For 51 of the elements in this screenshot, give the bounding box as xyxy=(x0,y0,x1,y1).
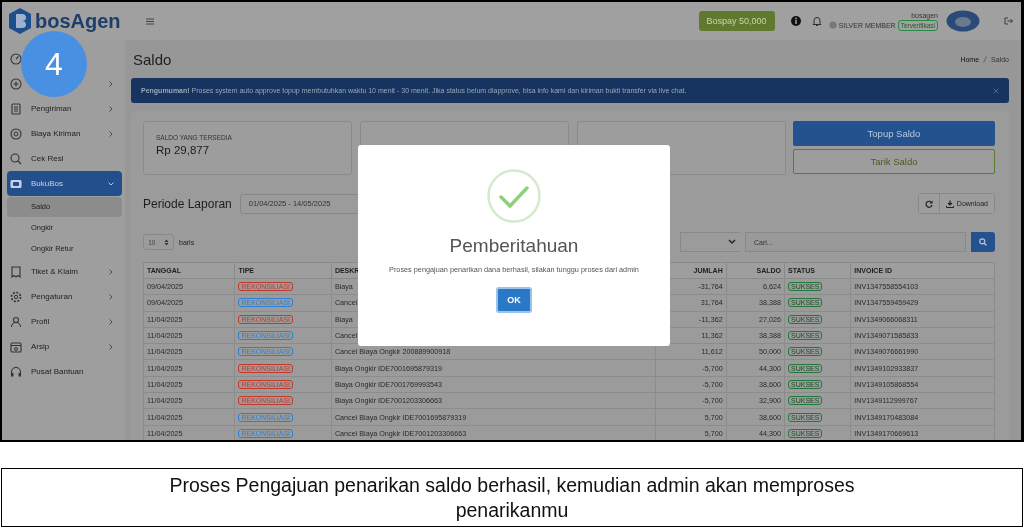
chevron-icon xyxy=(108,105,114,112)
chevron-icon xyxy=(108,268,114,275)
sidebar-item[interactable]: Arsip xyxy=(7,334,122,359)
search-icon xyxy=(979,238,987,246)
target-icon xyxy=(10,127,22,140)
sidebar-item[interactable]: Profil xyxy=(7,309,122,334)
receipt-icon xyxy=(10,265,22,278)
ok-button[interactable]: OK xyxy=(496,286,532,313)
document-icon xyxy=(10,102,22,115)
caption-text: Proses Pengajuan penarikan saldo berhasil, kemudian admin akan memproses penarikanmu xyxy=(1,468,1023,527)
sidebar-item[interactable]: Biaya Kiriman xyxy=(7,121,122,146)
bospay-button[interactable]: Bospay 50,000 xyxy=(698,11,775,31)
search-button[interactable] xyxy=(971,232,995,252)
info-icon[interactable] xyxy=(790,16,801,26)
archive-icon xyxy=(10,340,22,353)
refresh-icon xyxy=(924,199,933,208)
chevron-icon xyxy=(108,130,114,137)
logout-icon[interactable] xyxy=(1004,17,1013,25)
medal-icon xyxy=(828,21,837,29)
bell-icon[interactable] xyxy=(810,15,823,27)
avatar xyxy=(946,10,980,32)
checkmark-icon xyxy=(487,169,541,223)
sidebar-item[interactable]: Tiket & Klaim xyxy=(7,259,122,284)
sidebar-item[interactable]: Pusat Bantuan xyxy=(7,359,122,384)
topup-button[interactable]: Topup Saldo xyxy=(793,121,995,146)
card-value: Rp 29,877 xyxy=(156,144,211,156)
chevron-icon xyxy=(728,239,736,245)
headset-icon xyxy=(10,365,22,378)
gauge-icon[interactable] xyxy=(10,52,22,65)
sidebar-item[interactable]: BukuBos xyxy=(7,171,122,196)
chevron-icon xyxy=(108,293,114,300)
page-title: Saldo xyxy=(133,50,172,68)
chevron-icon xyxy=(108,180,114,187)
sidebar-item[interactable]: Cek Resi xyxy=(7,146,122,171)
search-icon xyxy=(10,152,22,165)
period-label: Periode Laporan xyxy=(143,196,232,211)
user-icon xyxy=(10,315,22,328)
settings-icon xyxy=(10,290,22,303)
chevron-icon xyxy=(108,343,114,350)
menu-icon[interactable] xyxy=(146,17,154,25)
download-icon xyxy=(945,199,954,208)
sidebar-item[interactable]: Pengiriman xyxy=(7,96,122,121)
logo-icon xyxy=(8,7,32,35)
sidebar-item[interactable]: Pengaturan xyxy=(7,284,122,309)
chevron-icon xyxy=(108,318,114,325)
sort-arrows-icon xyxy=(163,238,169,246)
separator-icon xyxy=(983,55,988,63)
plus-icon[interactable] xyxy=(10,77,22,90)
logo-text: bosAgen xyxy=(35,9,121,33)
dialog-title: Pemberitahuan xyxy=(449,235,579,257)
wallet-icon xyxy=(10,177,22,190)
